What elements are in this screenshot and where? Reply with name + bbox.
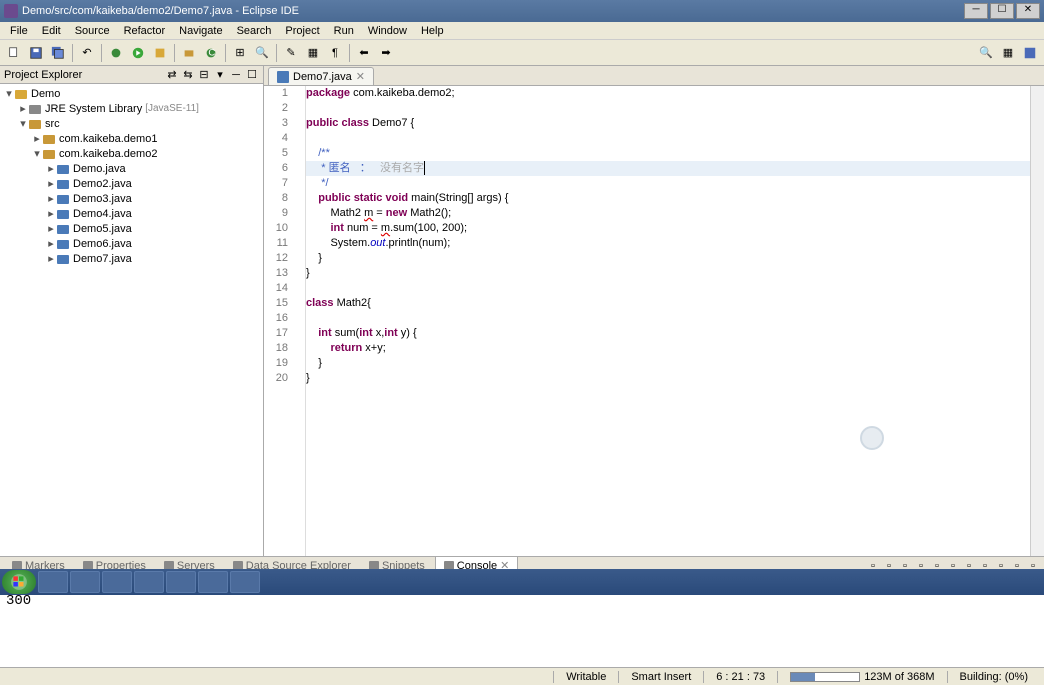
save-icon[interactable] xyxy=(26,43,46,63)
taskbar-item[interactable] xyxy=(166,571,196,593)
tree-node[interactable]: ▸com.kaikeba.demo1 xyxy=(2,131,261,146)
show-whitespace-icon[interactable]: ¶ xyxy=(325,43,345,63)
tree-node[interactable]: ▸Demo5.java xyxy=(2,221,261,236)
new-icon[interactable] xyxy=(4,43,24,63)
tree-node[interactable]: ▸Demo3.java xyxy=(2,191,261,206)
toolbar: ↶ C ⊞ 🔍 ✎ ▦ ¶ ⬅ ➡ 🔍 ▦ xyxy=(0,40,1044,66)
tree-node[interactable]: ▾src xyxy=(2,116,261,131)
tree-node[interactable]: ▸JRE System Library[JavaSE-11] xyxy=(2,101,261,116)
maximize-view-icon[interactable]: ☐ xyxy=(245,68,259,82)
new-package-icon[interactable] xyxy=(179,43,199,63)
taskbar xyxy=(0,569,1044,595)
menu-source[interactable]: Source xyxy=(69,24,116,38)
project-explorer-title: Project Explorer xyxy=(4,69,163,81)
menu-window[interactable]: Window xyxy=(362,24,413,38)
minimize-button[interactable]: ─ xyxy=(964,3,988,19)
watermark-icon xyxy=(860,426,884,450)
start-button[interactable] xyxy=(2,570,36,594)
eclipse-icon xyxy=(4,4,18,18)
editor-tab[interactable]: Demo7.java ✕ xyxy=(268,67,374,85)
tree-node[interactable]: ▾com.kaikeba.demo2 xyxy=(2,146,261,161)
menu-navigate[interactable]: Navigate xyxy=(173,24,228,38)
open-type-icon[interactable]: ⊞ xyxy=(230,43,250,63)
tree-node[interactable]: ▸Demo.java xyxy=(2,161,261,176)
minimize-view-icon[interactable]: ─ xyxy=(229,68,243,82)
java-file-icon xyxy=(277,71,289,83)
tree-node[interactable]: ▸Demo7.java xyxy=(2,251,261,266)
menu-file[interactable]: File xyxy=(4,24,34,38)
taskbar-item[interactable] xyxy=(230,571,260,593)
menu-edit[interactable]: Edit xyxy=(36,24,67,38)
overview-ruler[interactable] xyxy=(1030,86,1044,556)
tree-node[interactable]: ▸Demo4.java xyxy=(2,206,261,221)
tree-node[interactable]: ▾Demo xyxy=(2,86,261,101)
status-position: 6 : 21 : 73 xyxy=(703,671,777,683)
heap-bar[interactable] xyxy=(790,672,860,682)
tree-node[interactable]: ▸Demo2.java xyxy=(2,176,261,191)
window-title: Demo/src/com/kaikeba/demo2/Demo7.java - … xyxy=(22,5,964,17)
menu-run[interactable]: Run xyxy=(328,24,360,38)
collapse-all-icon[interactable]: ⇄ xyxy=(165,68,179,82)
project-tree[interactable]: ▾Demo▸JRE System Library[JavaSE-11]▾src▸… xyxy=(0,84,263,556)
search-toolbar-icon[interactable]: 🔍 xyxy=(976,43,996,63)
view-menu-icon[interactable]: ▾ xyxy=(213,68,227,82)
tree-node[interactable]: ▸Demo6.java xyxy=(2,236,261,251)
status-build: Building: (0%) xyxy=(947,671,1040,683)
debug-icon[interactable] xyxy=(106,43,126,63)
taskbar-item[interactable] xyxy=(70,571,100,593)
project-explorer-panel: Project Explorer ⇄ ⇆ ⊟ ▾ ─ ☐ ▾Demo▸JRE S… xyxy=(0,66,264,556)
save-all-icon[interactable] xyxy=(48,43,68,63)
taskbar-item[interactable] xyxy=(134,571,164,593)
close-button[interactable]: ✕ xyxy=(1016,3,1040,19)
back-icon[interactable]: ⬅ xyxy=(354,43,374,63)
coverage-icon[interactable] xyxy=(150,43,170,63)
new-class-icon[interactable]: C xyxy=(201,43,221,63)
menu-bar: FileEditSourceRefactorNavigateSearchProj… xyxy=(0,22,1044,40)
svg-text:C: C xyxy=(208,47,215,58)
run-icon[interactable] xyxy=(128,43,148,63)
search-icon[interactable]: 🔍 xyxy=(252,43,272,63)
menu-refactor[interactable]: Refactor xyxy=(118,24,172,38)
undo-icon[interactable]: ↶ xyxy=(77,43,97,63)
menu-project[interactable]: Project xyxy=(279,24,325,38)
java-perspective-icon[interactable] xyxy=(1020,43,1040,63)
status-memory: 123M of 368M xyxy=(864,671,934,683)
tab-close-icon[interactable]: ✕ xyxy=(356,70,365,83)
status-writable: Writable xyxy=(553,671,618,683)
line-gutter: 1234567891011121314151617181920 xyxy=(264,86,294,556)
taskbar-item[interactable] xyxy=(102,571,132,593)
status-insert: Smart Insert xyxy=(618,671,703,683)
focus-icon[interactable]: ⊟ xyxy=(197,68,211,82)
menu-search[interactable]: Search xyxy=(231,24,278,38)
taskbar-item[interactable] xyxy=(198,571,228,593)
menu-help[interactable]: Help xyxy=(415,24,450,38)
code-editor[interactable]: 1234567891011121314151617181920 package … xyxy=(264,86,1044,556)
toggle-block-icon[interactable]: ▦ xyxy=(303,43,323,63)
taskbar-item[interactable] xyxy=(38,571,68,593)
maximize-button[interactable]: ☐ xyxy=(990,3,1014,19)
status-bar: Writable Smart Insert 6 : 21 : 73 123M o… xyxy=(0,667,1044,685)
source-area[interactable]: package com.kaikeba.demo2;public class D… xyxy=(306,86,1030,556)
toggle-mark-icon[interactable]: ✎ xyxy=(281,43,301,63)
tab-label: Demo7.java xyxy=(293,71,352,83)
title-bar: Demo/src/com/kaikeba/demo2/Demo7.java - … xyxy=(0,0,1044,22)
link-editor-icon[interactable]: ⇆ xyxy=(181,68,195,82)
open-perspective-icon[interactable]: ▦ xyxy=(998,43,1018,63)
console-output[interactable]: 300 xyxy=(0,589,1044,667)
forward-icon[interactable]: ➡ xyxy=(376,43,396,63)
